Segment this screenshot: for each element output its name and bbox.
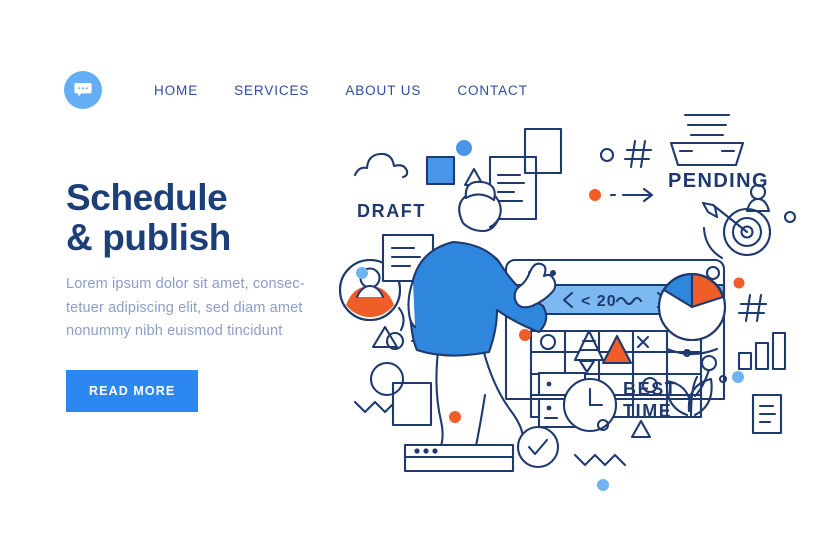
document-right-icon <box>751 393 783 435</box>
calendar-nav-label: < 20 <box>581 293 617 310</box>
dot-icon <box>456 140 472 156</box>
small-circle-icon <box>783 210 797 224</box>
cloud-icon <box>353 152 409 179</box>
nav-item-services[interactable]: SERVICES <box>234 79 309 102</box>
zigzag-2-icon <box>573 453 627 467</box>
brand-logo[interactable] <box>64 71 102 109</box>
checkmark-circle-icon <box>516 425 560 469</box>
hash-right-icon <box>737 293 768 323</box>
blue-dot-right-icon <box>732 371 744 383</box>
landing-page: HOME SERVICES ABOUT US CONTACT Schedule … <box>0 0 840 560</box>
draft-label: DRAFT <box>357 201 426 221</box>
inbox-tray-icon <box>669 113 745 167</box>
orange-dot-icon <box>589 189 601 201</box>
nav-item-home[interactable]: HOME <box>154 79 198 102</box>
speech-bubble-icon <box>73 81 93 99</box>
orange-dot-right-icon <box>733 277 745 289</box>
hash-icon <box>623 139 653 169</box>
time-label: TIME <box>623 401 672 421</box>
doodle-illustration-svg: DRAFT PENDING < 20 BEST TIME <box>338 113 797 491</box>
hero-description: Lorem ipsum dolor sit amet, consec- tetu… <box>66 276 305 340</box>
hero-copy: Schedule & publish Lorem ipsum dolor sit… <box>66 177 356 413</box>
circle-outline-icon <box>599 147 615 163</box>
orange-dot-lower-icon <box>449 411 461 423</box>
hero-illustration: DRAFT PENDING < 20 BEST TIME <box>335 95 840 495</box>
circle-lowerleft-icon <box>369 361 405 397</box>
square-icon <box>425 155 456 186</box>
triangle-outline-icon <box>371 325 399 349</box>
page-title: Schedule & publish <box>66 177 231 258</box>
blue-dot-bottom-icon <box>597 479 609 491</box>
read-more-button[interactable]: READ MORE <box>66 370 199 413</box>
arrow-icon <box>609 187 654 203</box>
bar-chart-icon <box>737 331 787 371</box>
blue-dot-icon <box>356 267 368 279</box>
pending-label: PENDING <box>668 170 769 192</box>
triangle-bottom-icon <box>630 419 652 439</box>
orange-dot-mid-icon <box>519 329 531 341</box>
